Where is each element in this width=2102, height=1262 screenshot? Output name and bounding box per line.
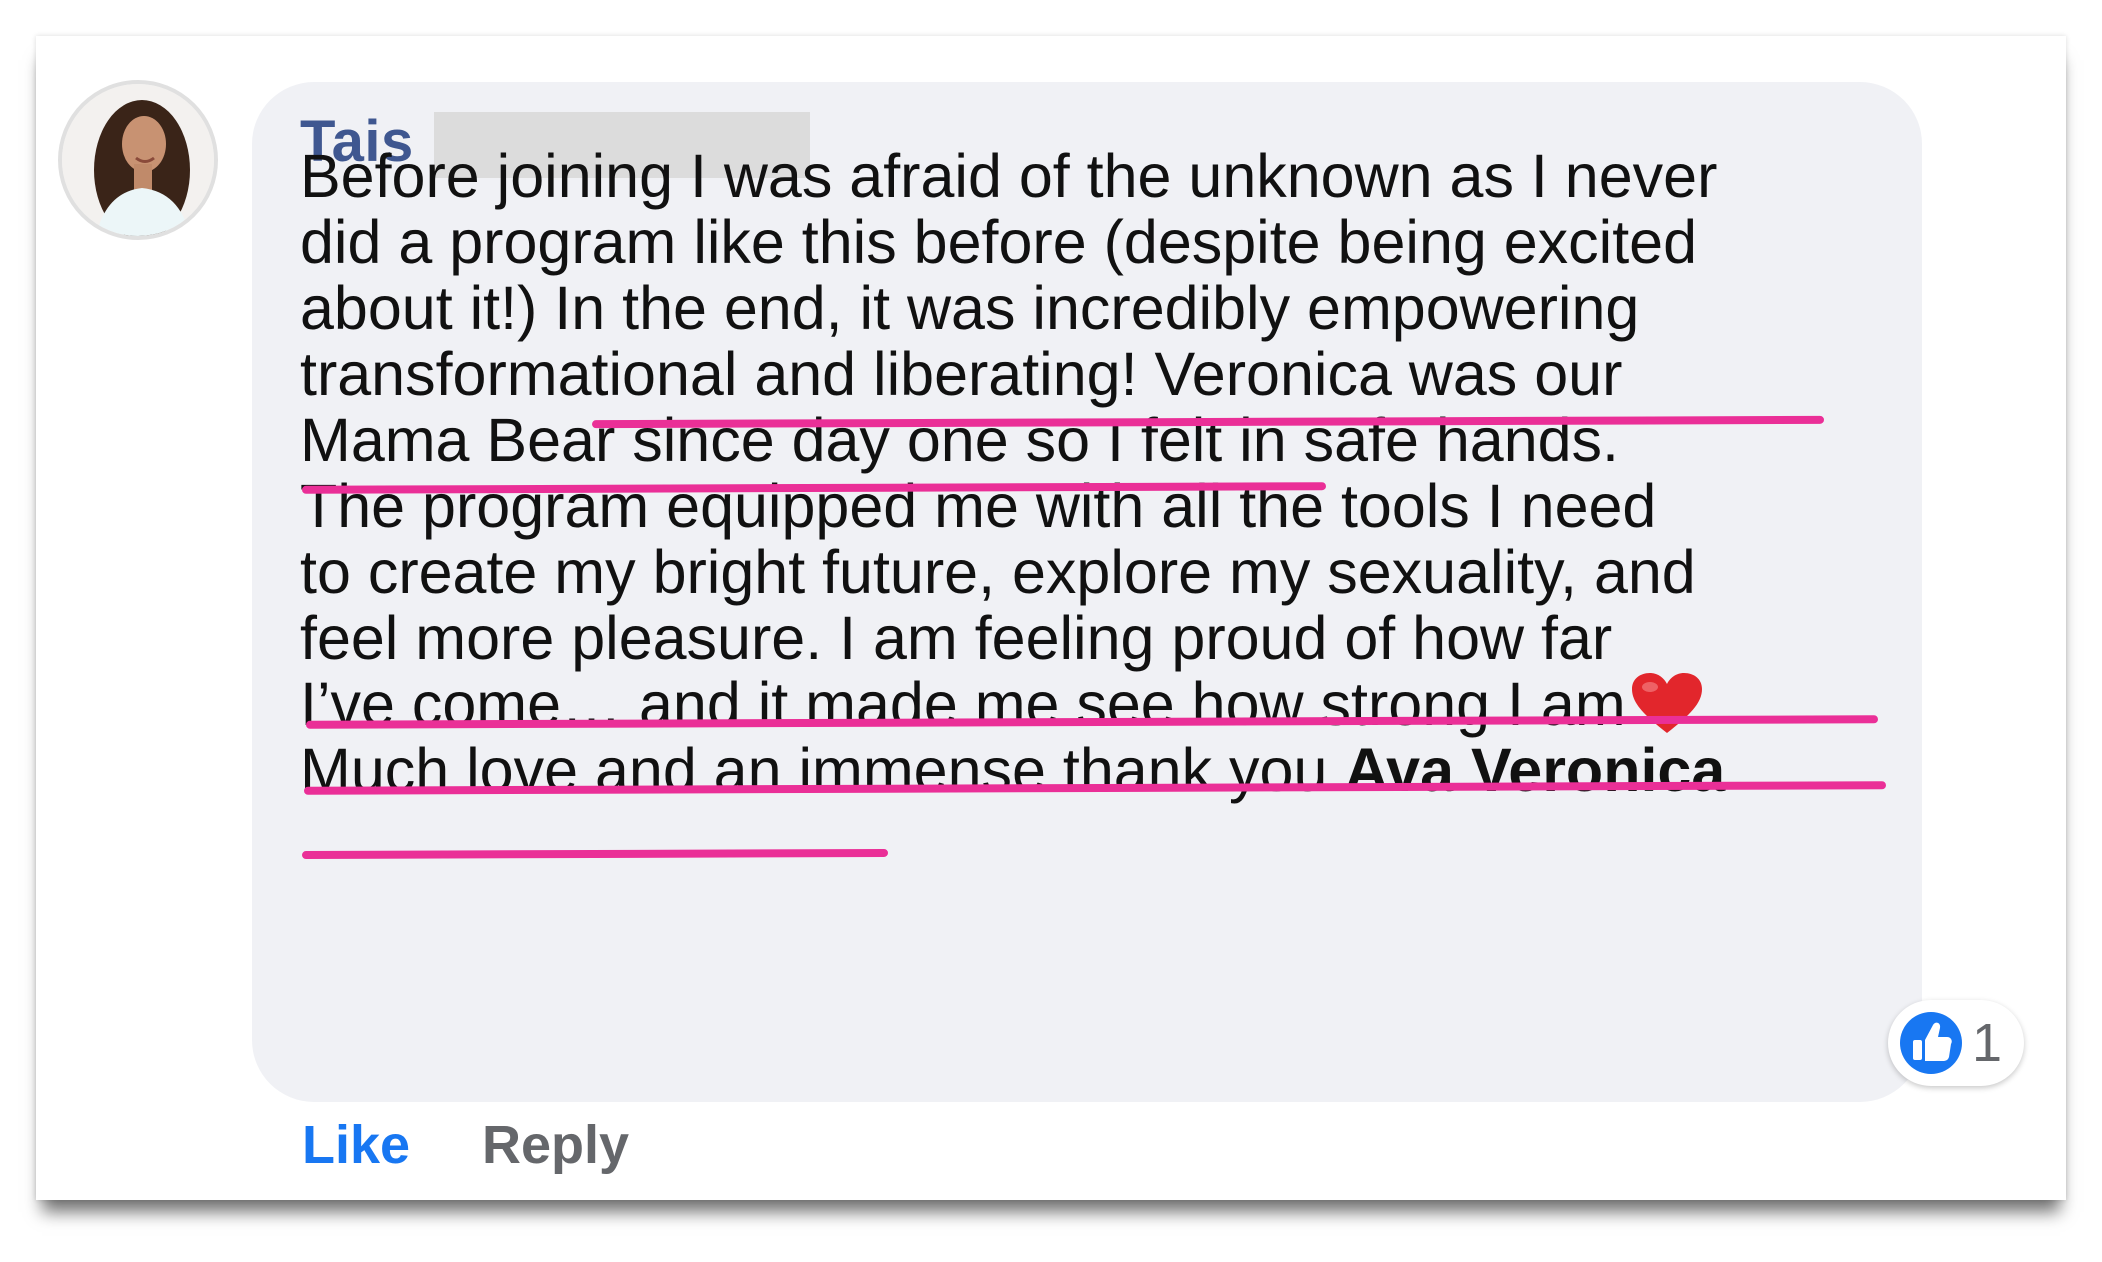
- comment-line-10: Much love and an immense thank you Ava V…: [300, 730, 1725, 810]
- avatar[interactable]: [58, 80, 218, 240]
- avatar-photo: [62, 84, 214, 236]
- mention-link[interactable]: Ava Veronica: [1344, 736, 1725, 804]
- like-button[interactable]: Like: [302, 1110, 410, 1180]
- reaction-summary[interactable]: 1: [1888, 1000, 2024, 1086]
- red-heart-icon: [1631, 673, 1702, 733]
- reply-button[interactable]: Reply: [482, 1110, 629, 1180]
- like-thumbs-up-icon: [1900, 1012, 1962, 1074]
- reaction-count: 1: [1972, 1013, 2003, 1073]
